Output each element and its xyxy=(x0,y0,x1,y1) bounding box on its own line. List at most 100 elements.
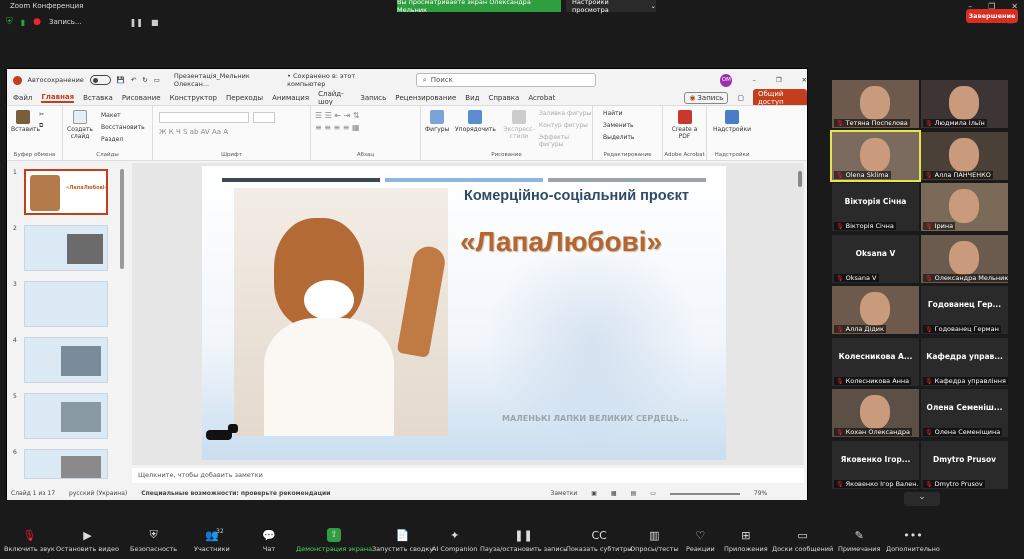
select-button[interactable]: Выделить xyxy=(603,134,634,141)
toolbar-button-shield[interactable]: ⛨ Безопасность xyxy=(130,528,177,553)
slide-thumbnail-2[interactable] xyxy=(24,225,108,271)
minimize-ppt-icon[interactable]: – xyxy=(752,76,755,84)
toolbar-button-summary[interactable]: 📄 Запустить сводку xyxy=(372,528,433,554)
current-slide[interactable]: Комерційно-соціальний проєкт «ЛапаЛюбові… xyxy=(202,166,726,460)
slide-thumbnail-1[interactable]: «ЛапаЛюбові» xyxy=(24,169,108,215)
pause-record-icon[interactable]: ❚❚ xyxy=(130,18,143,27)
toolbar-button-chat[interactable]: 💬 Чат xyxy=(262,528,276,554)
tab-review[interactable]: Рецензирование xyxy=(395,94,456,102)
shapes-button[interactable]: Фигуры xyxy=(425,110,449,133)
participant-tile[interactable]: Вікторія Січна 🎙 Вікторія Січна xyxy=(832,183,919,231)
section-button[interactable]: Раздел xyxy=(101,136,123,143)
tab-insert[interactable]: Вставка xyxy=(83,94,113,102)
slide-thumbnail-5[interactable] xyxy=(24,393,108,439)
toolbar-button-ai[interactable]: ✦ AI Companion xyxy=(432,528,477,554)
tab-acrobat[interactable]: Acrobat xyxy=(528,94,555,102)
toolbar-button-apps[interactable]: ⊞ Приложения xyxy=(724,528,768,554)
slide-thumbnail-3[interactable] xyxy=(24,281,108,327)
present-icon[interactable]: ▭ xyxy=(154,76,160,84)
participant-tile[interactable]: 🎙 Алла ПАНЧЕНКО xyxy=(921,131,1008,180)
slide-thumbnail-4[interactable] xyxy=(24,337,108,383)
end-meeting-button[interactable]: Завершение xyxy=(966,9,1018,23)
participant-tile[interactable]: Годованец Гер... 🎙 Годованец Герман xyxy=(921,286,1008,334)
canvas-scrollbar[interactable] xyxy=(798,171,802,187)
toolbar-button-mic-off[interactable]: 🎙 Включить звук xyxy=(4,528,55,554)
view-options-button[interactable]: Настройки просмотра ⌄ xyxy=(566,0,656,14)
toolbar-button-cc[interactable]: CC Показать субтитры xyxy=(566,528,632,554)
participant-tile[interactable]: Кафедра управ... 🎙 Кафедра управління xyxy=(921,337,1008,386)
participant-tile[interactable]: 🎙 Тетяна Поспєлова xyxy=(832,80,919,128)
accessibility-status[interactable]: Специальные возможности: проверьте реком… xyxy=(141,490,330,497)
participant-tile[interactable]: Олена Семеніш... 🎙 Олена Семеніщина xyxy=(921,389,1008,437)
sorter-view-icon[interactable]: ▦ xyxy=(611,490,617,497)
new-slide-button[interactable]: Создать слайд xyxy=(67,110,93,140)
cut-icon[interactable]: ✂ xyxy=(39,111,44,118)
font-family-select[interactable] xyxy=(159,112,249,123)
record-button[interactable]: ◉ Запись xyxy=(684,92,729,104)
participant-tile[interactable]: 🎙 Алла Дідик xyxy=(832,286,919,334)
toolbar-button-board[interactable]: ▭ Доски сообщений xyxy=(772,528,833,554)
thumbs-scrollbar[interactable] xyxy=(120,169,124,269)
arrange-button[interactable]: Упорядочить xyxy=(455,110,496,133)
tab-help[interactable]: Справка xyxy=(488,94,519,102)
close-ppt-icon[interactable]: ✕ xyxy=(802,76,807,84)
toolbar-button-notes[interactable]: ✎ Примечания xyxy=(838,528,880,554)
create-pdf-button[interactable]: Create a PDF xyxy=(667,110,702,140)
tab-design[interactable]: Конструктор xyxy=(170,94,217,102)
participant-tile[interactable]: 🎙 Olena Sklima xyxy=(830,129,921,182)
fill-button[interactable]: Заливка фигуры xyxy=(539,110,591,117)
undo-icon[interactable]: ↶ xyxy=(131,76,136,84)
quick-styles-button[interactable]: Экспресс-стили xyxy=(503,110,535,140)
participant-tile[interactable]: 🎙 Кохан Олександра xyxy=(832,389,919,437)
avatar[interactable]: ОМ xyxy=(720,73,733,87)
search-input[interactable]: ⌕ Поиск xyxy=(415,73,597,87)
replace-button[interactable]: Заменить xyxy=(603,122,634,129)
participant-tile[interactable]: Oksana V 🎙 Oksana V xyxy=(832,234,919,283)
tab-draw[interactable]: Рисование xyxy=(122,94,161,102)
slide-thumbnail-6[interactable] xyxy=(24,449,108,479)
toolbar-button-video[interactable]: ▶ Остановить видео xyxy=(56,528,119,554)
save-icon[interactable]: 💾 xyxy=(117,76,125,84)
participant-tile[interactable]: Колесникова А... 🎙 Колесникова Анна xyxy=(832,337,919,386)
tab-slideshow[interactable]: Слайд-шоу xyxy=(318,90,351,106)
find-button[interactable]: Найти xyxy=(603,110,622,117)
toolbar-button-heart[interactable]: ♡ Реакции xyxy=(686,528,715,554)
zoom-level[interactable]: 79% xyxy=(754,490,767,497)
tab-animations[interactable]: Анимация xyxy=(272,94,309,102)
language-status[interactable]: русский (Украина) xyxy=(69,490,127,497)
restore-ppt-icon[interactable]: ❐ xyxy=(776,76,782,84)
effects-button[interactable]: Эффекты фигуры xyxy=(539,134,592,148)
comment-icon[interactable]: ▢ xyxy=(737,94,744,102)
tab-transitions[interactable]: Переходы xyxy=(226,94,263,102)
layout-button[interactable]: Макет xyxy=(101,112,121,119)
redo-icon[interactable]: ↻ xyxy=(142,76,147,84)
toolbar-button-participants[interactable]: 👥 Участники 32 xyxy=(194,528,230,553)
tab-home[interactable]: Главная xyxy=(41,93,75,103)
gallery-next-icon[interactable]: ⌄ xyxy=(904,492,940,506)
notes-area[interactable]: Щелкните, чтобы добавить заметки xyxy=(132,468,804,483)
slideshow-view-icon[interactable]: ▭ xyxy=(650,490,656,497)
reading-view-icon[interactable]: ▤ xyxy=(631,490,637,497)
paste-button[interactable]: Вставить xyxy=(11,110,40,133)
notes-toggle[interactable]: Заметки xyxy=(550,490,577,497)
normal-view-icon[interactable]: ▣ xyxy=(591,490,597,497)
tab-file[interactable]: Файл xyxy=(13,94,32,102)
font-size-select[interactable] xyxy=(253,112,275,123)
copy-icon[interactable]: ⧉ xyxy=(39,122,43,130)
reset-button[interactable]: Восстановить xyxy=(101,124,145,131)
outline-button[interactable]: Контур фигуры xyxy=(539,122,588,129)
zoom-slider[interactable] xyxy=(669,492,740,495)
participant-tile[interactable]: 🎙 Ірина xyxy=(921,183,1008,231)
toolbar-button-pause[interactable]: ❚❚ Пауза/остановить запись xyxy=(480,528,567,554)
toolbar-button-poll[interactable]: ▥ Опросы/тесты xyxy=(630,528,679,554)
participant-tile[interactable]: 🎙 Олександра Мельник xyxy=(921,234,1008,283)
autosave-toggle[interactable] xyxy=(89,75,111,85)
tab-record[interactable]: Запись xyxy=(360,94,386,102)
toolbar-button-more[interactable]: ••• Дополнительно xyxy=(886,528,940,554)
participant-tile[interactable]: Яковенко Ігор... 🎙 Яковенко Ігор Вален... xyxy=(832,440,919,489)
addins-button[interactable]: Надстройки xyxy=(711,110,753,133)
toolbar-button-share[interactable]: ⇧ Демонстрация экрана xyxy=(296,528,372,553)
stop-record-icon[interactable]: ■ xyxy=(151,18,159,27)
tab-view[interactable]: Вид xyxy=(465,94,479,102)
participant-tile[interactable]: Dmytro Prusov 🎙 Dmytro Prusov xyxy=(921,440,1008,489)
